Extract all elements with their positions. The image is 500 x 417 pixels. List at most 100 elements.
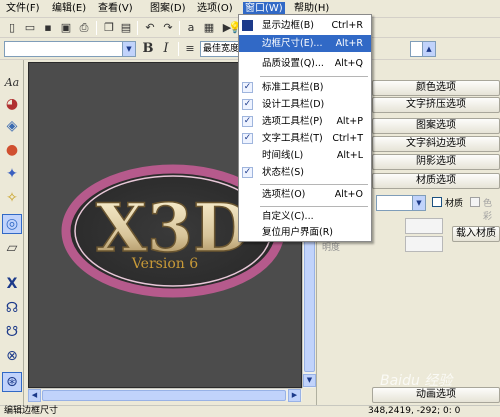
chevron-down-icon[interactable]: ▼: [412, 196, 425, 210]
palette-icon[interactable]: ◕: [2, 94, 22, 114]
star-icon[interactable]: ✦: [2, 164, 22, 184]
extrude-icon[interactable]: ▱: [2, 238, 22, 258]
undo-icon[interactable]: ↶: [142, 20, 158, 36]
menu-item-label: 显示边框(B): [262, 20, 314, 31]
menu-edit[interactable]: 编辑(E): [52, 2, 86, 16]
menu-item-label: 边框尺寸(E)...: [262, 38, 323, 49]
menu-item-options-toolbar[interactable]: ✓ 选项工具栏(P) Alt+P: [239, 113, 371, 130]
export-icon[interactable]: ▣: [58, 20, 74, 36]
menu-item-reset-ui[interactable]: 复位用户界面(R): [239, 224, 371, 241]
menu-item-shortcut: Alt+P: [336, 116, 363, 127]
color-options-button[interactable]: 颜色选项: [372, 80, 500, 96]
light-icon[interactable]: ✧: [2, 188, 22, 208]
toolbar-separator: [96, 21, 97, 35]
scroll-right-icon[interactable]: ▶: [288, 389, 301, 402]
design-options-button[interactable]: 图案选项: [372, 118, 500, 134]
menu-item-text-toolbar[interactable]: ✓ 文字工具栏(T) Ctrl+T: [239, 130, 371, 147]
color-checkbox[interactable]: [470, 197, 480, 207]
horizontal-scrollbar[interactable]: ◀ ▶: [28, 388, 302, 402]
xy-axis-icon[interactable]: ⊗: [2, 346, 22, 366]
menu-item-show-frame[interactable]: 显示边框(B) Ctrl+R: [239, 17, 371, 34]
load-material-button[interactable]: 载入材质: [452, 226, 500, 242]
copy-icon[interactable]: ❐: [101, 20, 117, 36]
menu-design[interactable]: 图案(D): [150, 2, 186, 16]
text-style-icon[interactable]: Aa: [2, 72, 22, 92]
y-axis-icon[interactable]: ☊: [2, 298, 22, 318]
size-mode-combo[interactable]: 最佳宽度: [200, 41, 240, 57]
scroll-thumb[interactable]: [42, 390, 286, 401]
extrude-options-button[interactable]: 文字挤压选项: [372, 97, 500, 113]
check-icon: ✓: [242, 167, 253, 178]
material-checkbox[interactable]: [432, 197, 442, 207]
menu-separator: [260, 76, 368, 77]
menu-item-shortcut: Ctrl+T: [332, 133, 363, 144]
scroll-left-icon[interactable]: ◀: [28, 389, 41, 402]
menu-view[interactable]: 查看(V): [98, 2, 133, 16]
size-mode-value: 最佳宽度: [203, 44, 240, 54]
print-icon[interactable]: ⎙: [76, 20, 92, 36]
menu-item-frame-size[interactable]: 边框尺寸(E)... Alt+R: [239, 35, 371, 52]
menu-item-label: 复位用户界面(R): [262, 227, 334, 238]
menu-item-design-toolbar[interactable]: ✓ 设计工具栏(D): [239, 96, 371, 113]
material-options-button[interactable]: 材质选项: [372, 173, 500, 189]
menu-item-shortcut: Alt+O: [334, 189, 363, 200]
save-icon[interactable]: ▪: [40, 20, 56, 36]
menu-item-label: 文字工具栏(T): [262, 133, 323, 144]
cube-icon[interactable]: ◈: [2, 116, 22, 136]
open-folder-icon[interactable]: ▭: [22, 20, 38, 36]
menu-item-label: 选项工具栏(P): [262, 116, 323, 127]
material-checkbox-label: 材质: [445, 199, 464, 209]
angle-input[interactable]: [405, 218, 443, 234]
new-file-icon[interactable]: ▯: [4, 20, 20, 36]
menu-item-label: 自定义(C)...: [262, 211, 314, 222]
toolbar-separator: [137, 21, 138, 35]
menu-item-label: 标准工具栏(B): [262, 82, 324, 93]
menu-item-timeline[interactable]: 时间线(L) Alt+L: [239, 147, 371, 164]
bold-button[interactable]: B: [140, 41, 156, 57]
toolbar-separator: [178, 42, 179, 56]
status-text: 编辑边框尺寸: [4, 406, 59, 416]
rotate-icon[interactable]: ◎: [2, 214, 22, 234]
menu-item-label: 品质设置(Q)...: [262, 58, 324, 69]
menu-item-label: 状态栏(S): [262, 167, 304, 178]
logo-subtitle: Version 6: [131, 256, 198, 272]
menu-item-quality[interactable]: 品质设置(Q)... Alt+Q: [239, 55, 371, 72]
design-toolbar: Aa ◕ ◈ ● ✦ ✧ ◎ ▱ X ☊ ☋ ⊗ ⊛: [0, 60, 24, 407]
shadow-options-button[interactable]: 阴影选项: [372, 154, 500, 170]
scroll-down-icon[interactable]: ▼: [303, 374, 316, 387]
table-icon[interactable]: ▦: [201, 20, 217, 36]
menu-item-standard-toolbar[interactable]: ✓ 标准工具栏(B): [239, 79, 371, 96]
free-rotate-icon[interactable]: ⊛: [2, 372, 22, 392]
sphere-icon[interactable]: ●: [2, 140, 22, 160]
menu-separator: [260, 184, 368, 185]
material-combo[interactable]: ▼: [376, 195, 426, 211]
brightness-input[interactable]: [405, 236, 443, 252]
align-icon[interactable]: ≡: [182, 41, 198, 57]
chevron-down-icon[interactable]: ▼: [122, 42, 135, 56]
check-icon: ✓: [242, 99, 253, 110]
text-tool-icon[interactable]: a: [183, 20, 199, 36]
menu-options[interactable]: 选项(O): [197, 2, 233, 16]
italic-button[interactable]: I: [158, 41, 174, 57]
menu-item-label: 选项栏(O): [262, 189, 306, 200]
menu-item-label: 设计工具栏(D): [262, 99, 325, 110]
menu-separator: [260, 206, 368, 207]
z-axis-icon[interactable]: ☋: [2, 322, 22, 342]
chevron-down-icon[interactable]: ▲: [422, 42, 435, 56]
statusbar: 编辑边框尺寸 348,2419, -292; 0: 0: [0, 405, 500, 417]
spin-combo[interactable]: ▲: [410, 41, 436, 57]
menu-file[interactable]: 文件(F): [6, 2, 40, 16]
menu-item-shortcut: Alt+Q: [334, 58, 363, 69]
menu-item-options-bar[interactable]: 选项栏(O) Alt+O: [239, 186, 371, 203]
menu-item-shortcut: Alt+L: [336, 150, 363, 161]
x-axis-icon[interactable]: X: [2, 274, 22, 294]
paste-icon[interactable]: ▤: [118, 20, 134, 36]
font-combo[interactable]: ▼: [4, 41, 136, 57]
menu-item-customize[interactable]: 自定义(C)...: [239, 208, 371, 225]
bevel-options-button[interactable]: 文字斜边选项: [372, 136, 500, 152]
toolbar-separator: [179, 21, 180, 35]
frame-icon: [242, 20, 253, 31]
menu-item-statusbar[interactable]: ✓ 状态栏(S): [239, 164, 371, 181]
menu-item-label: 时间线(L): [262, 150, 304, 161]
redo-icon[interactable]: ↷: [160, 20, 176, 36]
